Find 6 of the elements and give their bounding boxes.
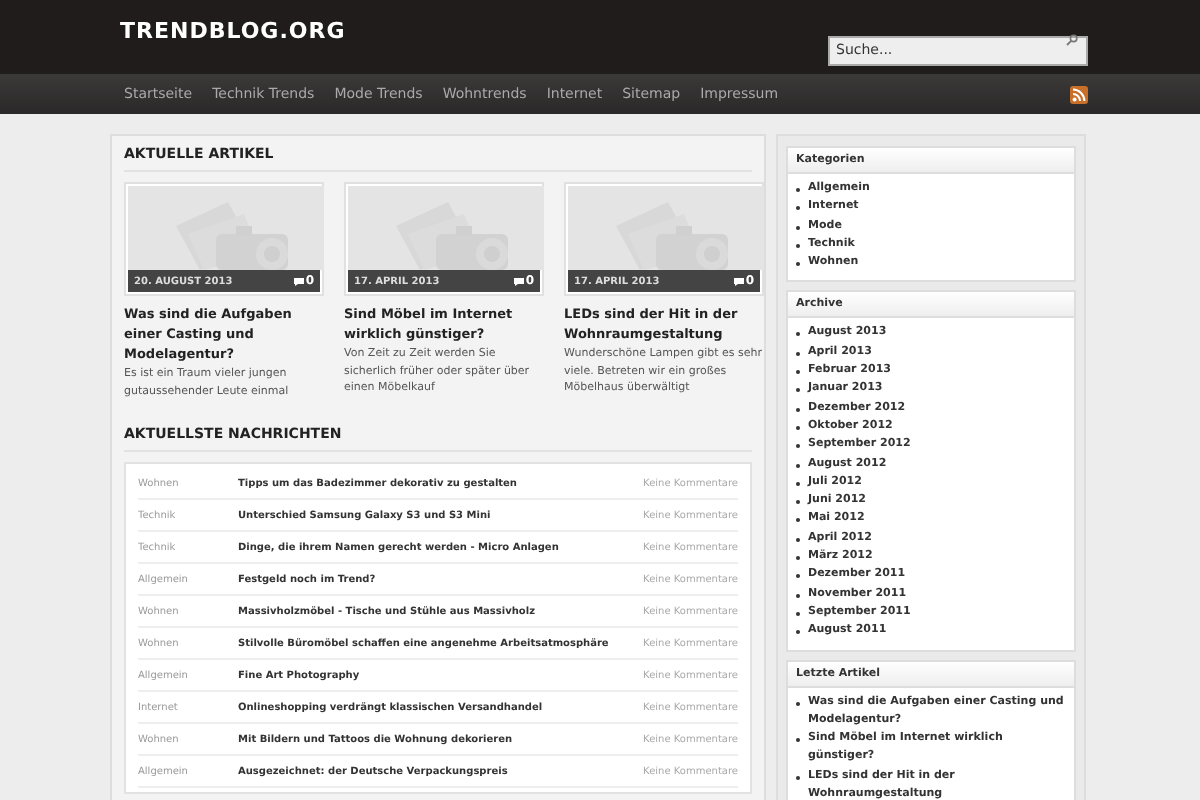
comment-icon (513, 277, 524, 285)
comment-icon (733, 277, 744, 285)
search-icon[interactable] (1066, 34, 1078, 47)
comment-icon (293, 277, 304, 285)
rss-icon[interactable] (1070, 85, 1088, 103)
site-title[interactable]: TRENDBLOG.ORG (120, 18, 346, 44)
